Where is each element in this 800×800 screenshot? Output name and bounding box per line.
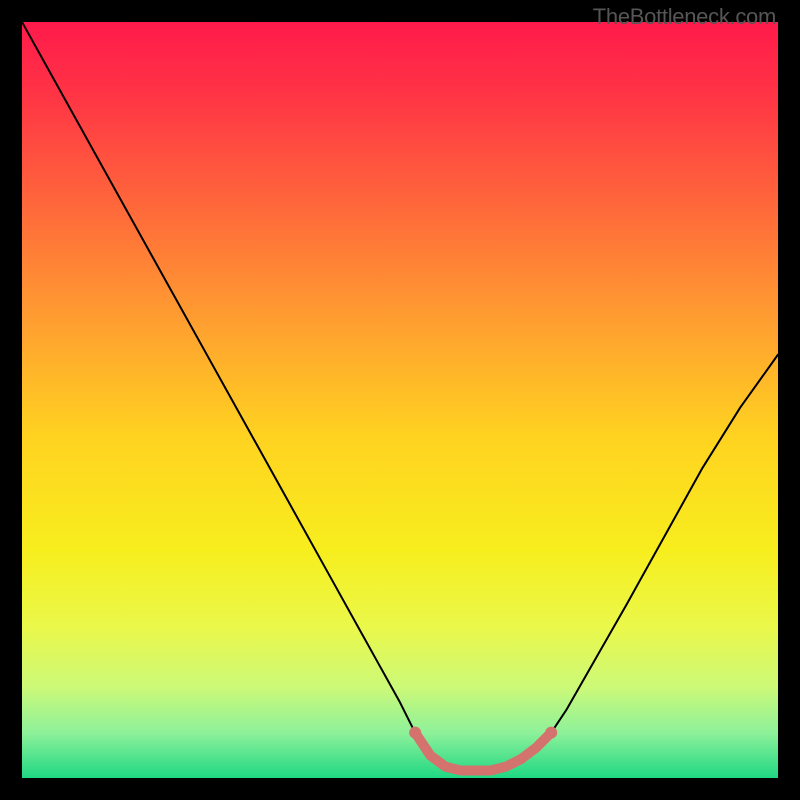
sweet-spot-start-dot: [409, 727, 421, 739]
attribution-text: TheBottleneck.com: [593, 4, 776, 30]
chart-frame: [22, 22, 778, 778]
sweet-spot-end-dot: [545, 727, 557, 739]
chart-svg: [22, 22, 778, 778]
plot-area: [22, 22, 778, 778]
gradient-background: [22, 22, 778, 778]
